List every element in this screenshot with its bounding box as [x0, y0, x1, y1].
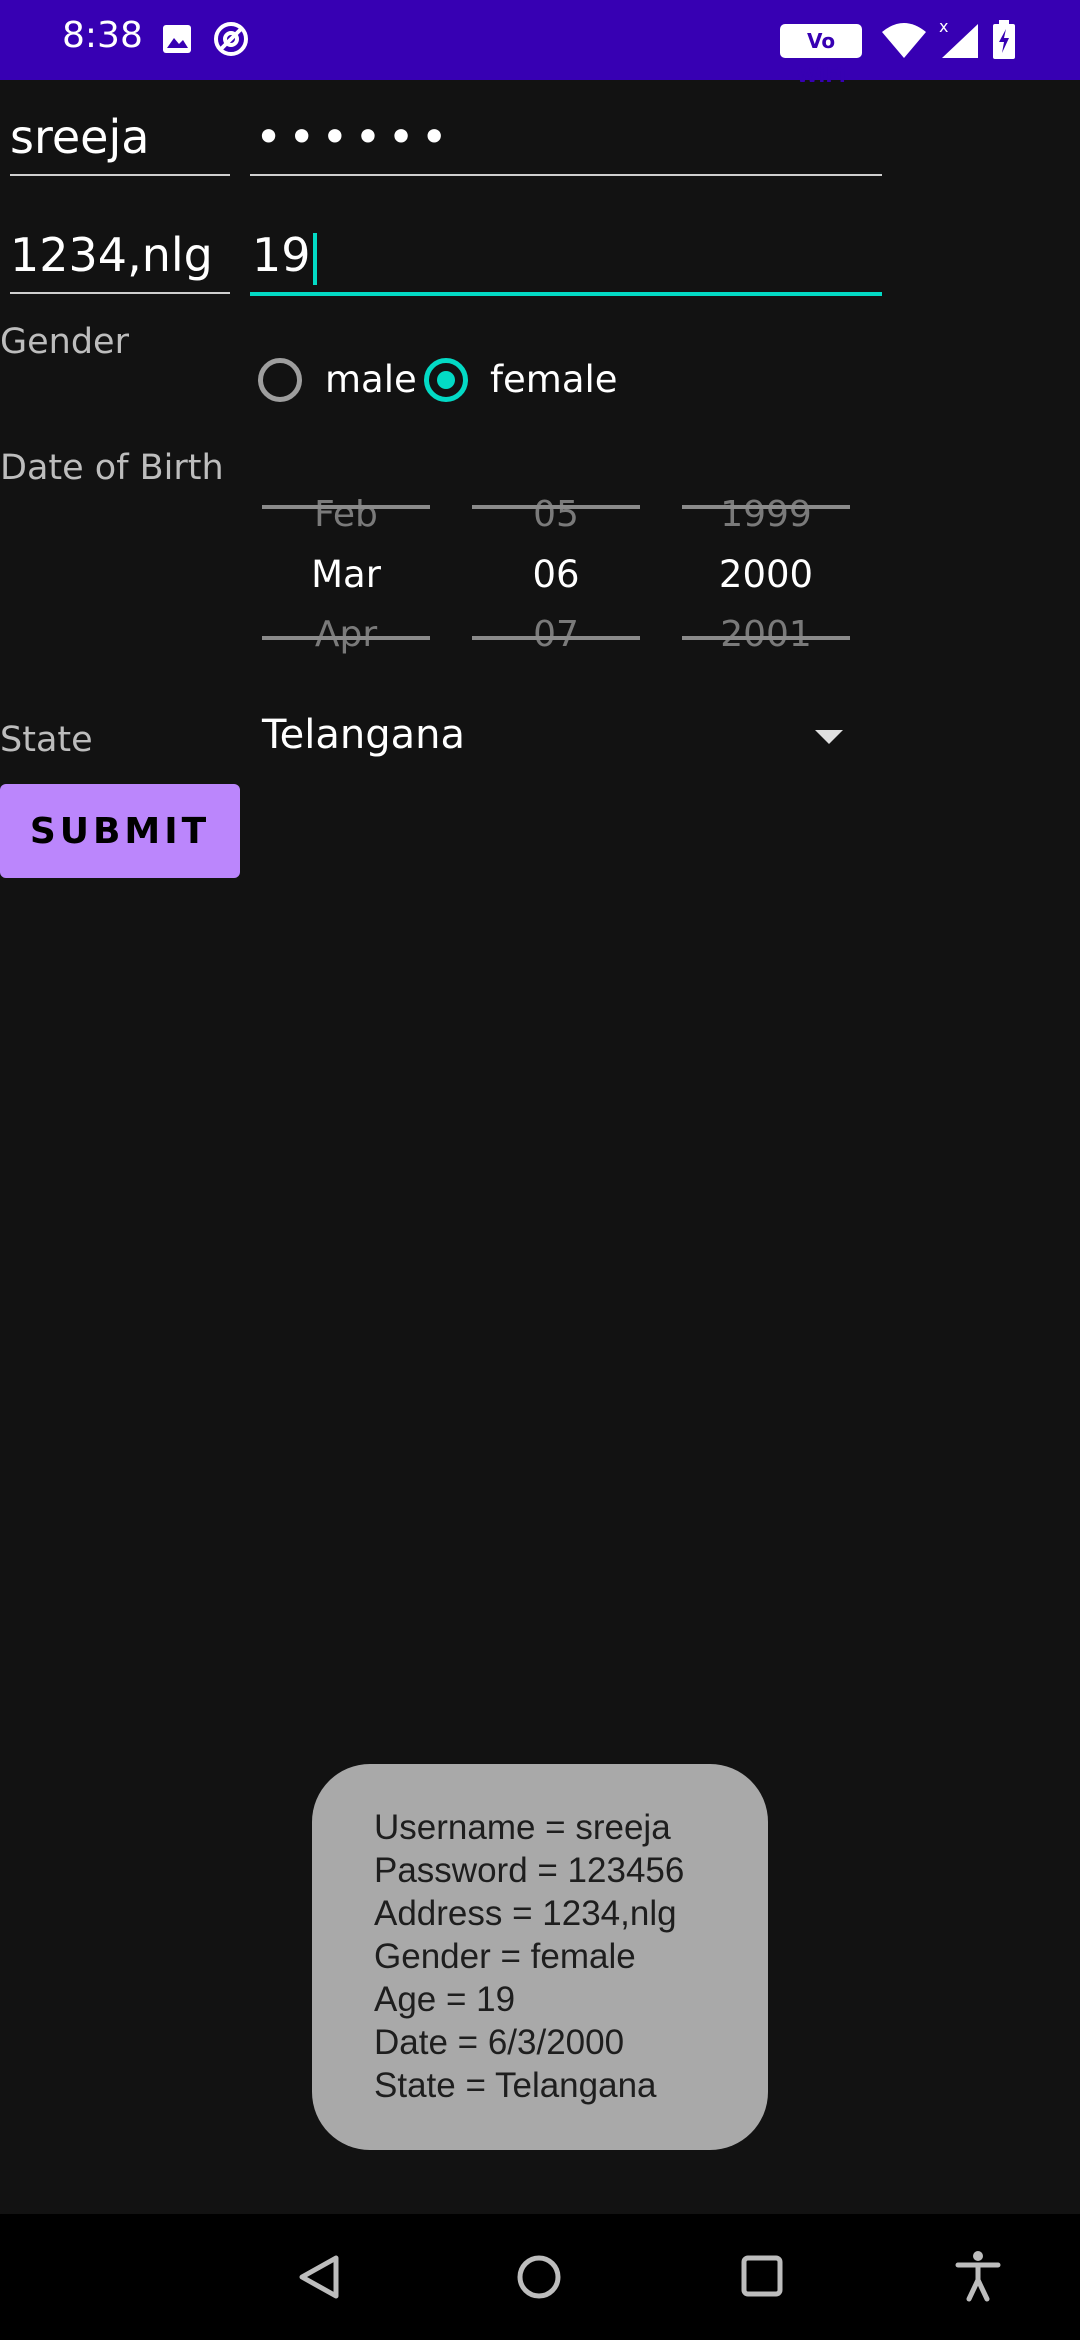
recents-icon[interactable]	[740, 2254, 784, 2298]
radio-female-label[interactable]: female	[490, 358, 618, 401]
day-prev[interactable]: 05	[472, 494, 640, 535]
radio-female[interactable]	[424, 358, 468, 402]
toast-message: Username = sreeja Password = 123456 Addr…	[312, 1764, 768, 2150]
address-field[interactable]: 1234,nlg	[10, 228, 213, 282]
radio-female-dot	[437, 371, 455, 389]
navigation-bar	[0, 2214, 1080, 2340]
toast-line-password: Password = 123456	[374, 1851, 685, 1890]
dropdown-arrow-icon[interactable]	[815, 730, 843, 744]
year-divider-bottom	[682, 636, 850, 640]
day-current[interactable]: 06	[472, 553, 640, 596]
home-icon[interactable]	[516, 2254, 562, 2300]
year-prev[interactable]: 1999	[682, 494, 850, 535]
gallery-icon	[163, 25, 191, 53]
status-time: 8:38	[62, 15, 143, 56]
accessibility-icon[interactable]	[954, 2250, 1002, 2302]
year-next[interactable]: 2001	[682, 614, 850, 655]
toast-text: Username = sreeja Password = 123456 Addr…	[374, 1806, 684, 2107]
state-label: State	[0, 720, 93, 760]
month-prev[interactable]: Feb	[262, 494, 430, 535]
day-next[interactable]: 07	[472, 614, 640, 655]
month-divider-top	[262, 505, 430, 509]
address-underline	[10, 292, 230, 294]
svg-text:x: x	[939, 18, 948, 36]
radio-male[interactable]	[258, 358, 302, 402]
password-underline	[250, 174, 882, 176]
toast-line-age: Age = 19	[374, 1980, 516, 2019]
text-cursor	[312, 232, 317, 285]
vowifi-badge: Vo WiFi	[780, 24, 862, 87]
year-current[interactable]: 2000	[682, 553, 850, 596]
year-divider-top	[682, 505, 850, 509]
battery-icon	[993, 20, 1015, 59]
submit-button[interactable]: SUBMIT	[0, 784, 240, 878]
sync-icon	[214, 22, 248, 56]
month-divider-bottom	[262, 636, 430, 640]
day-divider-bottom	[472, 636, 640, 640]
toast-line-date: Date = 6/3/2000	[374, 2023, 625, 2062]
wifi-icon	[882, 23, 926, 58]
day-divider-top	[472, 505, 640, 509]
age-underline	[250, 292, 882, 296]
month-current[interactable]: Mar	[262, 553, 430, 596]
back-icon[interactable]	[296, 2254, 342, 2300]
signal-icon: x	[939, 18, 978, 58]
age-value: 19	[252, 228, 311, 282]
gender-label: Gender	[0, 322, 129, 362]
age-field[interactable]: 19	[252, 228, 317, 285]
toast-line-address: Address = 1234,nlg	[374, 1894, 677, 1933]
state-value[interactable]: Telangana	[262, 712, 465, 758]
toast-line-state: State = Telangana	[374, 2066, 657, 2105]
password-field[interactable]: ••••••	[255, 110, 454, 164]
radio-male-label[interactable]: male	[325, 358, 417, 401]
dob-label: Date of Birth	[0, 448, 224, 488]
toast-line-username: Username = sreeja	[374, 1808, 671, 1847]
username-field[interactable]: sreeja	[10, 110, 149, 164]
toast-line-gender: Gender = female	[374, 1937, 636, 1976]
month-next[interactable]: Apr	[262, 614, 430, 655]
status-bar: 8:38 Vo WiFi x	[0, 0, 1080, 87]
username-underline	[10, 174, 230, 176]
